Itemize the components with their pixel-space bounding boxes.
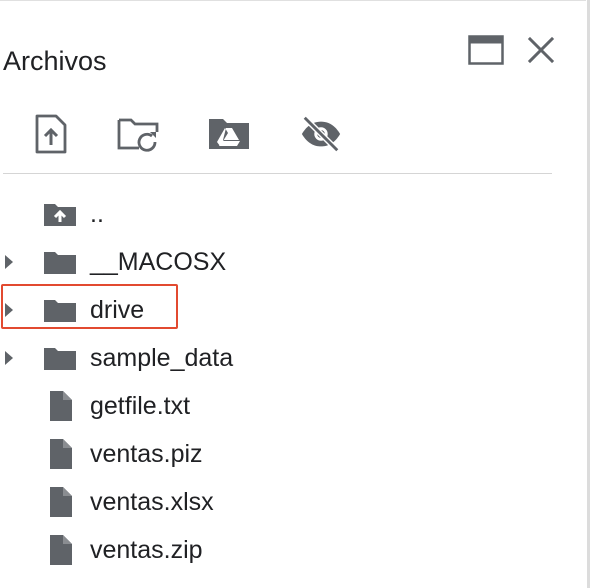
tree-item-label: .. — [90, 200, 104, 228]
folder-up-icon — [42, 200, 78, 228]
tree-row-parent[interactable]: .. — [0, 190, 560, 238]
file-icon — [42, 391, 78, 421]
expand-panel-button[interactable] — [466, 30, 506, 70]
folder-icon — [42, 344, 78, 372]
tree-row-macosx[interactable]: __MACOSX — [0, 238, 560, 286]
tree-row-ventas-xlsx[interactable]: ventas.xlsx — [0, 478, 560, 526]
close-icon — [527, 36, 555, 64]
refresh-button[interactable] — [117, 112, 161, 156]
tree-item-label: __MACOSX — [90, 248, 227, 276]
files-panel: Archivos .. __MACOSX drive sample_data g… — [0, 0, 590, 588]
toggle-hidden-files-button[interactable] — [299, 112, 343, 156]
file-icon — [42, 439, 78, 469]
folder-icon — [42, 248, 78, 276]
top-border — [0, 0, 586, 1]
tree-item-label: ventas.zip — [90, 536, 203, 564]
tree-row-sample-data[interactable]: sample_data — [0, 334, 560, 382]
expand-caret-icon[interactable] — [5, 351, 13, 365]
tree-row-ventas-piz[interactable]: ventas.piz — [0, 430, 560, 478]
mount-drive-button[interactable] — [207, 112, 251, 156]
tree-row-getfile[interactable]: getfile.txt — [0, 382, 560, 430]
tree-item-label: ventas.xlsx — [90, 488, 214, 516]
file-tree: .. __MACOSX drive sample_data getfile.tx… — [0, 190, 560, 574]
expand-caret-icon[interactable] — [5, 255, 13, 269]
file-icon — [42, 487, 78, 517]
mount-drive-icon — [209, 119, 249, 149]
upload-file-icon — [35, 114, 67, 154]
panel-title: Archivos — [3, 46, 107, 76]
close-panel-button[interactable] — [521, 30, 561, 70]
toolbar-divider — [3, 173, 552, 174]
tree-row-ventas-zip[interactable]: ventas.zip — [0, 526, 560, 574]
tree-item-label: ventas.piz — [90, 440, 203, 468]
selection-highlight-box — [1, 284, 178, 329]
file-icon — [42, 535, 78, 565]
tree-item-label: getfile.txt — [90, 392, 191, 420]
open-in-tab-icon — [468, 35, 504, 65]
refresh-folder-icon — [117, 118, 159, 152]
tree-item-label: sample_data — [90, 344, 234, 372]
hide-files-icon — [301, 115, 341, 153]
upload-button[interactable] — [29, 112, 73, 156]
